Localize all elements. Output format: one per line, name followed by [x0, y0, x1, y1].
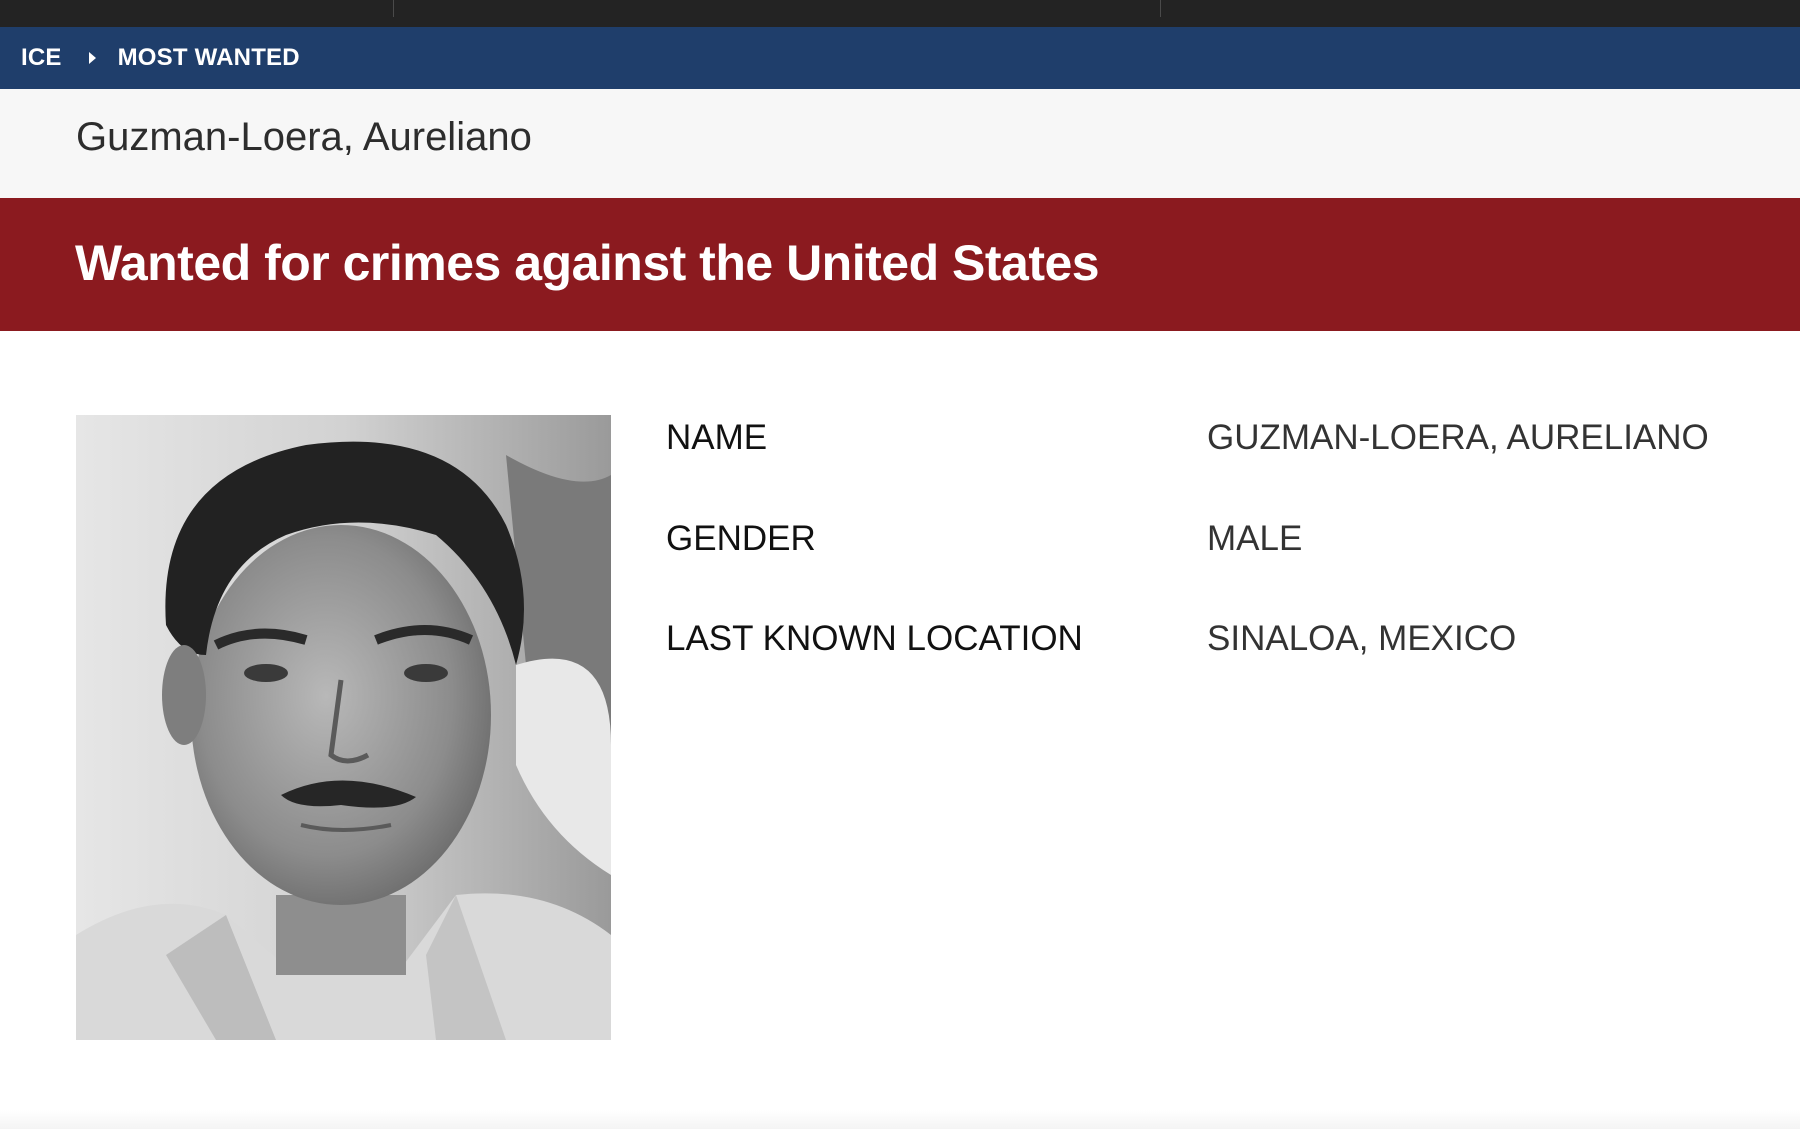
suspect-photo — [76, 415, 611, 1040]
detail-label: GENDER — [666, 519, 816, 558]
detail-label: LAST KNOWN LOCATION — [666, 619, 1083, 658]
detail-value: MALE — [1207, 519, 1303, 558]
detail-row-gender: GENDER MALE — [666, 519, 1766, 569]
detail-row-name: NAME GUZMAN-LOERA, AURELIANO — [666, 418, 1766, 468]
detail-value: GUZMAN-LOERA, AURELIANO — [1207, 418, 1709, 457]
page-bottom-divider — [0, 1110, 1800, 1129]
top-strip-divider — [1160, 0, 1161, 17]
breadcrumb-most-wanted-link[interactable]: MOST WANTED — [118, 44, 300, 72]
detail-value: SINALOA, MEXICO — [1207, 619, 1517, 658]
detail-label: NAME — [666, 418, 768, 457]
browser-top-strip — [0, 0, 1800, 27]
wanted-banner-text: Wanted for crimes against the United Sta… — [75, 235, 1100, 291]
detail-row-last-known-location: LAST KNOWN LOCATION SINALOA, MEXICO — [666, 619, 1766, 669]
breadcrumb: ICE MOST WANTED — [0, 27, 1800, 89]
page-title-bar: Guzman-Loera, Aureliano — [0, 89, 1800, 198]
top-strip-divider — [393, 0, 394, 17]
chevron-right-icon — [88, 52, 96, 64]
wanted-banner: Wanted for crimes against the United Sta… — [0, 198, 1800, 331]
breadcrumb-ice-link[interactable]: ICE — [21, 44, 62, 72]
page-title: Guzman-Loera, Aureliano — [76, 115, 532, 159]
